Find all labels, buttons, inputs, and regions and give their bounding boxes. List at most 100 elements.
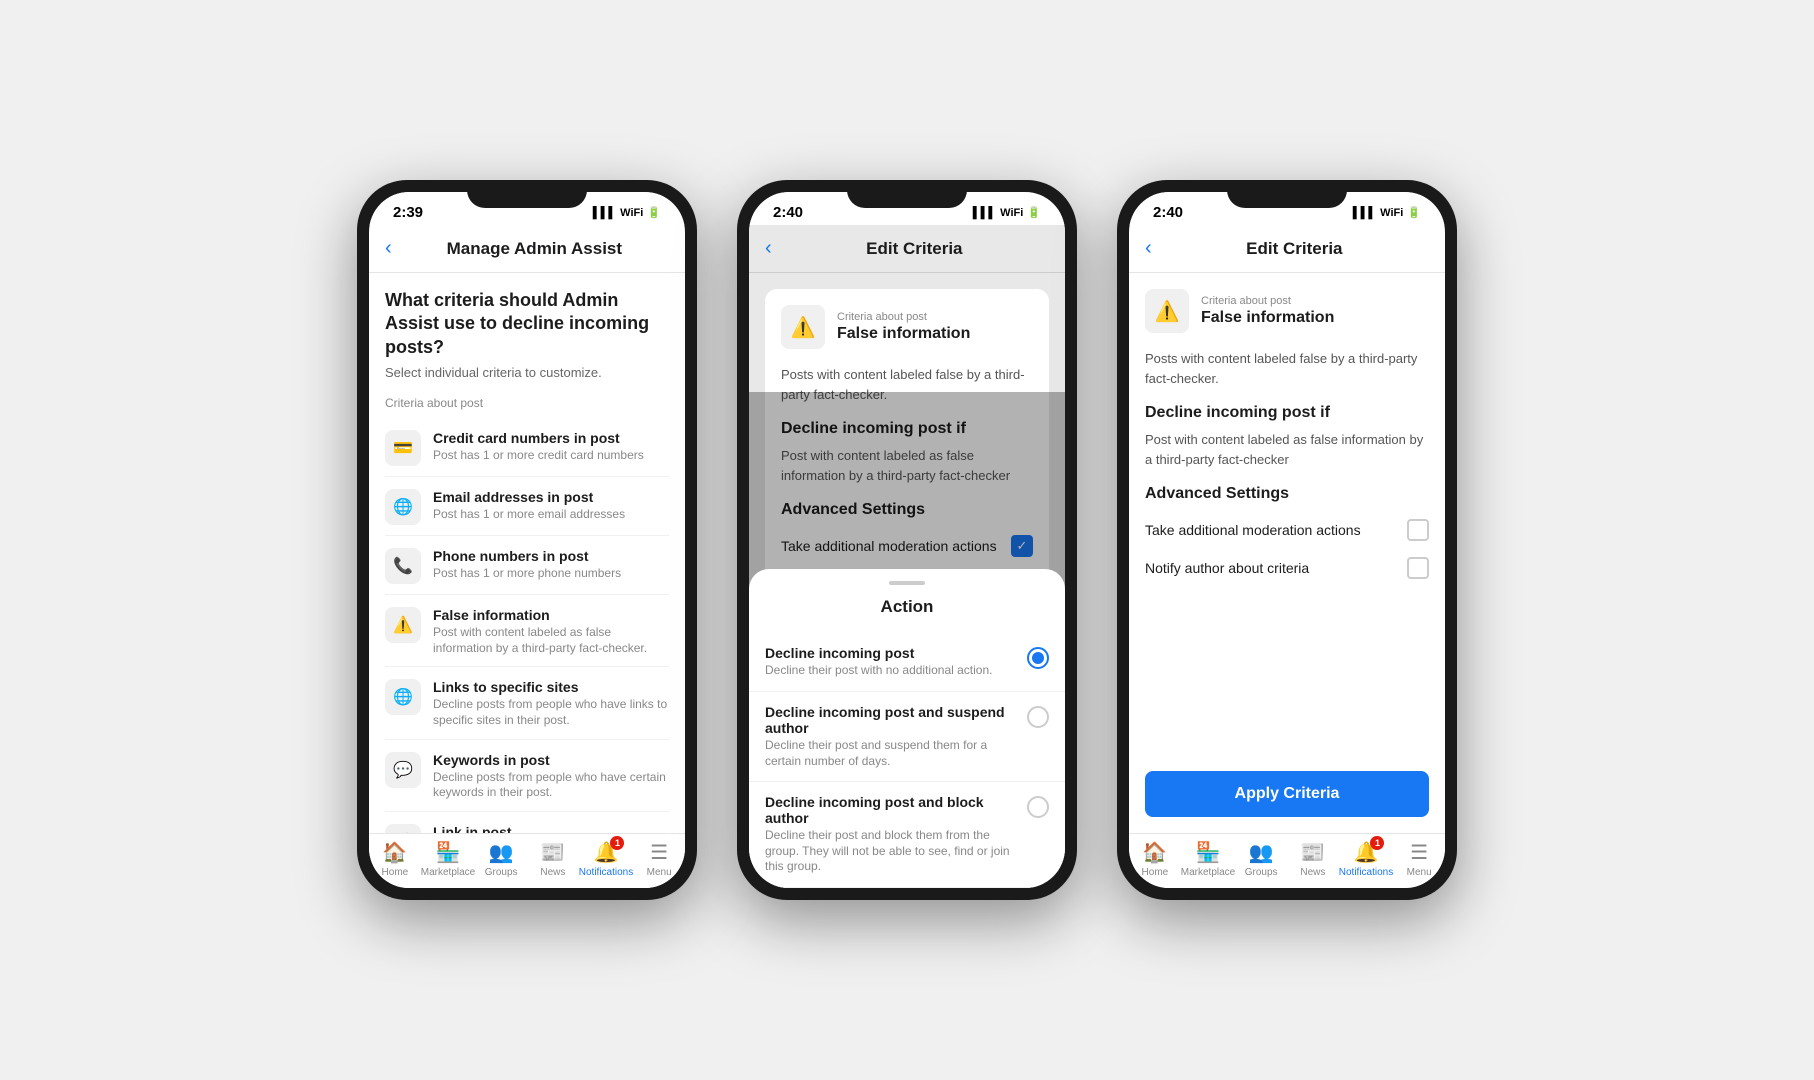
- battery-icon-2: 🔋: [1027, 206, 1041, 219]
- notify-label-3: Notify author about criteria: [1145, 560, 1309, 576]
- advanced-heading-3: Advanced Settings: [1145, 485, 1429, 503]
- tab-label-home: Home: [382, 867, 409, 878]
- warning-icon-3: ⚠️: [1145, 289, 1189, 333]
- back-button-2[interactable]: ‹: [765, 233, 780, 264]
- criteria-item-text: Keywords in post Decline posts from peop…: [433, 752, 669, 801]
- apply-area: Apply Criteria: [1129, 755, 1445, 833]
- action-option-desc: Decline their post and block them from t…: [765, 828, 1015, 875]
- tab-item-groups[interactable]: 👥 Groups: [475, 840, 527, 878]
- radio-unselected[interactable]: [1027, 706, 1049, 728]
- nav-title-3: Edit Criteria: [1160, 239, 1429, 259]
- wifi-icon: WiFi: [620, 207, 643, 219]
- criteria-list: 💳 Credit card numbers in post Post has 1…: [385, 420, 669, 833]
- list-item[interactable]: 💳 Credit card numbers in post Post has 1…: [385, 420, 669, 477]
- tab-item-news[interactable]: 📰 News: [1287, 840, 1339, 878]
- criteria-item-title: Email addresses in post: [433, 489, 669, 505]
- nav-bar-1: ‹ Manage Admin Assist: [369, 225, 685, 273]
- wifi-icon-3: WiFi: [1380, 207, 1403, 219]
- criteria-item-icon: 🔗: [385, 824, 421, 833]
- notify-checkbox-3[interactable]: [1407, 557, 1429, 579]
- criteria-item-icon: 📞: [385, 548, 421, 584]
- status-icons-2: ▌▌▌ WiFi 🔋: [973, 206, 1041, 219]
- criteria-item-icon: 🌐: [385, 679, 421, 715]
- list-item[interactable]: 🌐 Links to specific sites Decline posts …: [385, 669, 669, 739]
- radio-selected[interactable]: [1027, 647, 1049, 669]
- tab-icon-marketplace: 🏪: [1196, 840, 1221, 865]
- main-subtitle: Select individual criteria to customize.: [385, 365, 669, 380]
- tab-icon-notifications: 🔔 1: [594, 840, 619, 865]
- time-3: 2:40: [1153, 204, 1183, 221]
- screen-1: 2:39 ▌▌▌ WiFi 🔋 ‹ Manage Admin Assist Wh…: [369, 192, 685, 888]
- tab-icon-news: 📰: [1300, 840, 1325, 865]
- tab-icon-home: 🏠: [382, 840, 407, 865]
- action-option-text: Decline incoming post and block author D…: [765, 794, 1015, 875]
- tab-item-groups[interactable]: 👥 Groups: [1235, 840, 1287, 878]
- list-item[interactable]: 🔗 Link in post Decline posts from people…: [385, 814, 669, 833]
- tab-item-home[interactable]: 🏠 Home: [1129, 840, 1181, 878]
- tab-icon-groups: 👥: [1249, 840, 1274, 865]
- criteria-item-title: Link in post: [433, 824, 669, 833]
- tab-item-marketplace[interactable]: 🏪 Marketplace: [421, 840, 475, 878]
- tab-label-news: News: [540, 867, 565, 878]
- criteria-sub-2: Criteria about post: [837, 311, 970, 323]
- action-option[interactable]: Decline incoming post and suspend author…: [749, 692, 1065, 782]
- action-option[interactable]: Decline incoming post and block author D…: [749, 782, 1065, 888]
- criteria-item-icon: 🌐: [385, 489, 421, 525]
- criteria-desc-3: Posts with content labeled false by a th…: [1145, 349, 1429, 388]
- tab-icon-groups: 👥: [489, 840, 514, 865]
- notification-badge: 1: [610, 836, 624, 850]
- notch-1: [467, 180, 587, 208]
- action-option-title: Decline incoming post: [765, 645, 1015, 661]
- signal-icon: ▌▌▌: [593, 207, 616, 219]
- take-additional-label-3: Take additional moderation actions: [1145, 522, 1361, 538]
- tab-label-groups: Groups: [1245, 867, 1278, 878]
- tab-label-notifications: Notifications: [1339, 867, 1393, 878]
- criteria-header-text-3: Criteria about post False information: [1201, 295, 1334, 327]
- tab-item-news[interactable]: 📰 News: [527, 840, 579, 878]
- decline-desc-3: Post with content labeled as false infor…: [1145, 430, 1429, 469]
- criteria-item-desc: Decline posts from people who have certa…: [433, 770, 669, 801]
- criteria-item-title: False information: [433, 607, 669, 623]
- list-item[interactable]: 📞 Phone numbers in post Post has 1 or mo…: [385, 538, 669, 595]
- tab-item-home[interactable]: 🏠 Home: [369, 840, 421, 878]
- notification-badge: 1: [1370, 836, 1384, 850]
- radio-unselected[interactable]: [1027, 796, 1049, 818]
- criteria-item-text: Phone numbers in post Post has 1 or more…: [433, 548, 669, 582]
- criteria-item-desc: Post has 1 or more credit card numbers: [433, 448, 669, 464]
- tab-icon-menu: ☰: [650, 840, 668, 865]
- tab-item-marketplace[interactable]: 🏪 Marketplace: [1181, 840, 1235, 878]
- take-additional-checkbox-3[interactable]: [1407, 519, 1429, 541]
- tab-item-menu[interactable]: ☰ Menu: [633, 840, 685, 878]
- criteria-item-desc: Post has 1 or more phone numbers: [433, 566, 669, 582]
- back-button-1[interactable]: ‹: [385, 233, 400, 264]
- screen-content-3: ⚠️ Criteria about post False information…: [1129, 273, 1445, 755]
- tab-icon-news: 📰: [540, 840, 565, 865]
- notify-row-3: Notify author about criteria: [1145, 549, 1429, 587]
- list-item[interactable]: 💬 Keywords in post Decline posts from pe…: [385, 742, 669, 812]
- criteria-item-icon: 💬: [385, 752, 421, 788]
- notch-2: [847, 180, 967, 208]
- bottom-sheet: Action Decline incoming post Decline the…: [749, 569, 1065, 888]
- action-option-title: Decline incoming post and suspend author: [765, 704, 1015, 736]
- criteria-sub-3: Criteria about post: [1201, 295, 1334, 307]
- criteria-name-2: False information: [837, 325, 970, 343]
- action-option[interactable]: Decline incoming post Decline their post…: [749, 633, 1065, 692]
- nav-bar-3: ‹ Edit Criteria: [1129, 225, 1445, 273]
- criteria-item-title: Phone numbers in post: [433, 548, 669, 564]
- tab-bar-3: 🏠 Home 🏪 Marketplace 👥 Groups 📰 News: [1129, 833, 1445, 888]
- list-item[interactable]: ⚠️ False information Post with content l…: [385, 597, 669, 667]
- screen-2: 2:40 ▌▌▌ WiFi 🔋 ‹ Edit Criteria ⚠️ Crite…: [749, 192, 1065, 888]
- tab-item-menu[interactable]: ☰ Menu: [1393, 840, 1445, 878]
- decline-heading-3: Decline incoming post if: [1145, 404, 1429, 422]
- sheet-handle: [889, 581, 925, 585]
- apply-button[interactable]: Apply Criteria: [1145, 771, 1429, 817]
- criteria-header-2: ⚠️ Criteria about post False information: [781, 305, 1033, 349]
- criteria-item-text: False information Post with content labe…: [433, 607, 669, 656]
- list-item[interactable]: 🌐 Email addresses in post Post has 1 or …: [385, 479, 669, 536]
- tab-item-notifications[interactable]: 🔔 1 Notifications: [1339, 840, 1393, 878]
- back-button-3[interactable]: ‹: [1145, 233, 1160, 264]
- tab-item-notifications[interactable]: 🔔 1 Notifications: [579, 840, 633, 878]
- signal-icon-3: ▌▌▌: [1353, 207, 1376, 219]
- action-option-title: Decline incoming post and block author: [765, 794, 1015, 826]
- tab-label-marketplace: Marketplace: [1181, 867, 1235, 878]
